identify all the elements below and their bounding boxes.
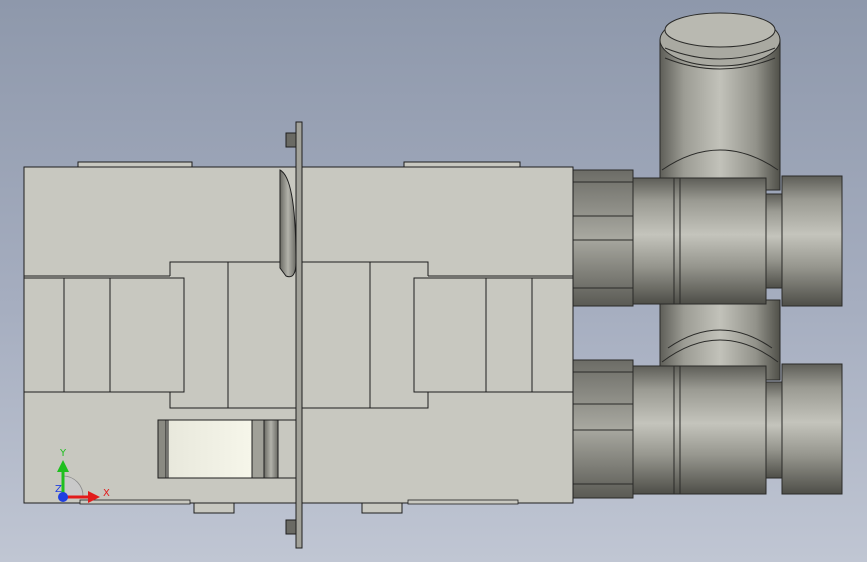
z-axis-label: Z (55, 484, 62, 495)
cable-window (157, 419, 297, 479)
x-axis-label: X (103, 488, 110, 499)
elbow-fitting-top[interactable] (659, 12, 781, 191)
hex-nut-top[interactable] (572, 169, 634, 307)
cad-viewport[interactable]: Y X Z (0, 0, 867, 562)
y-axis-label: Y (59, 448, 67, 459)
push-fitting-bottom[interactable] (631, 363, 843, 495)
hex-nut-bottom[interactable] (572, 359, 634, 499)
push-fitting-top[interactable] (631, 175, 843, 307)
